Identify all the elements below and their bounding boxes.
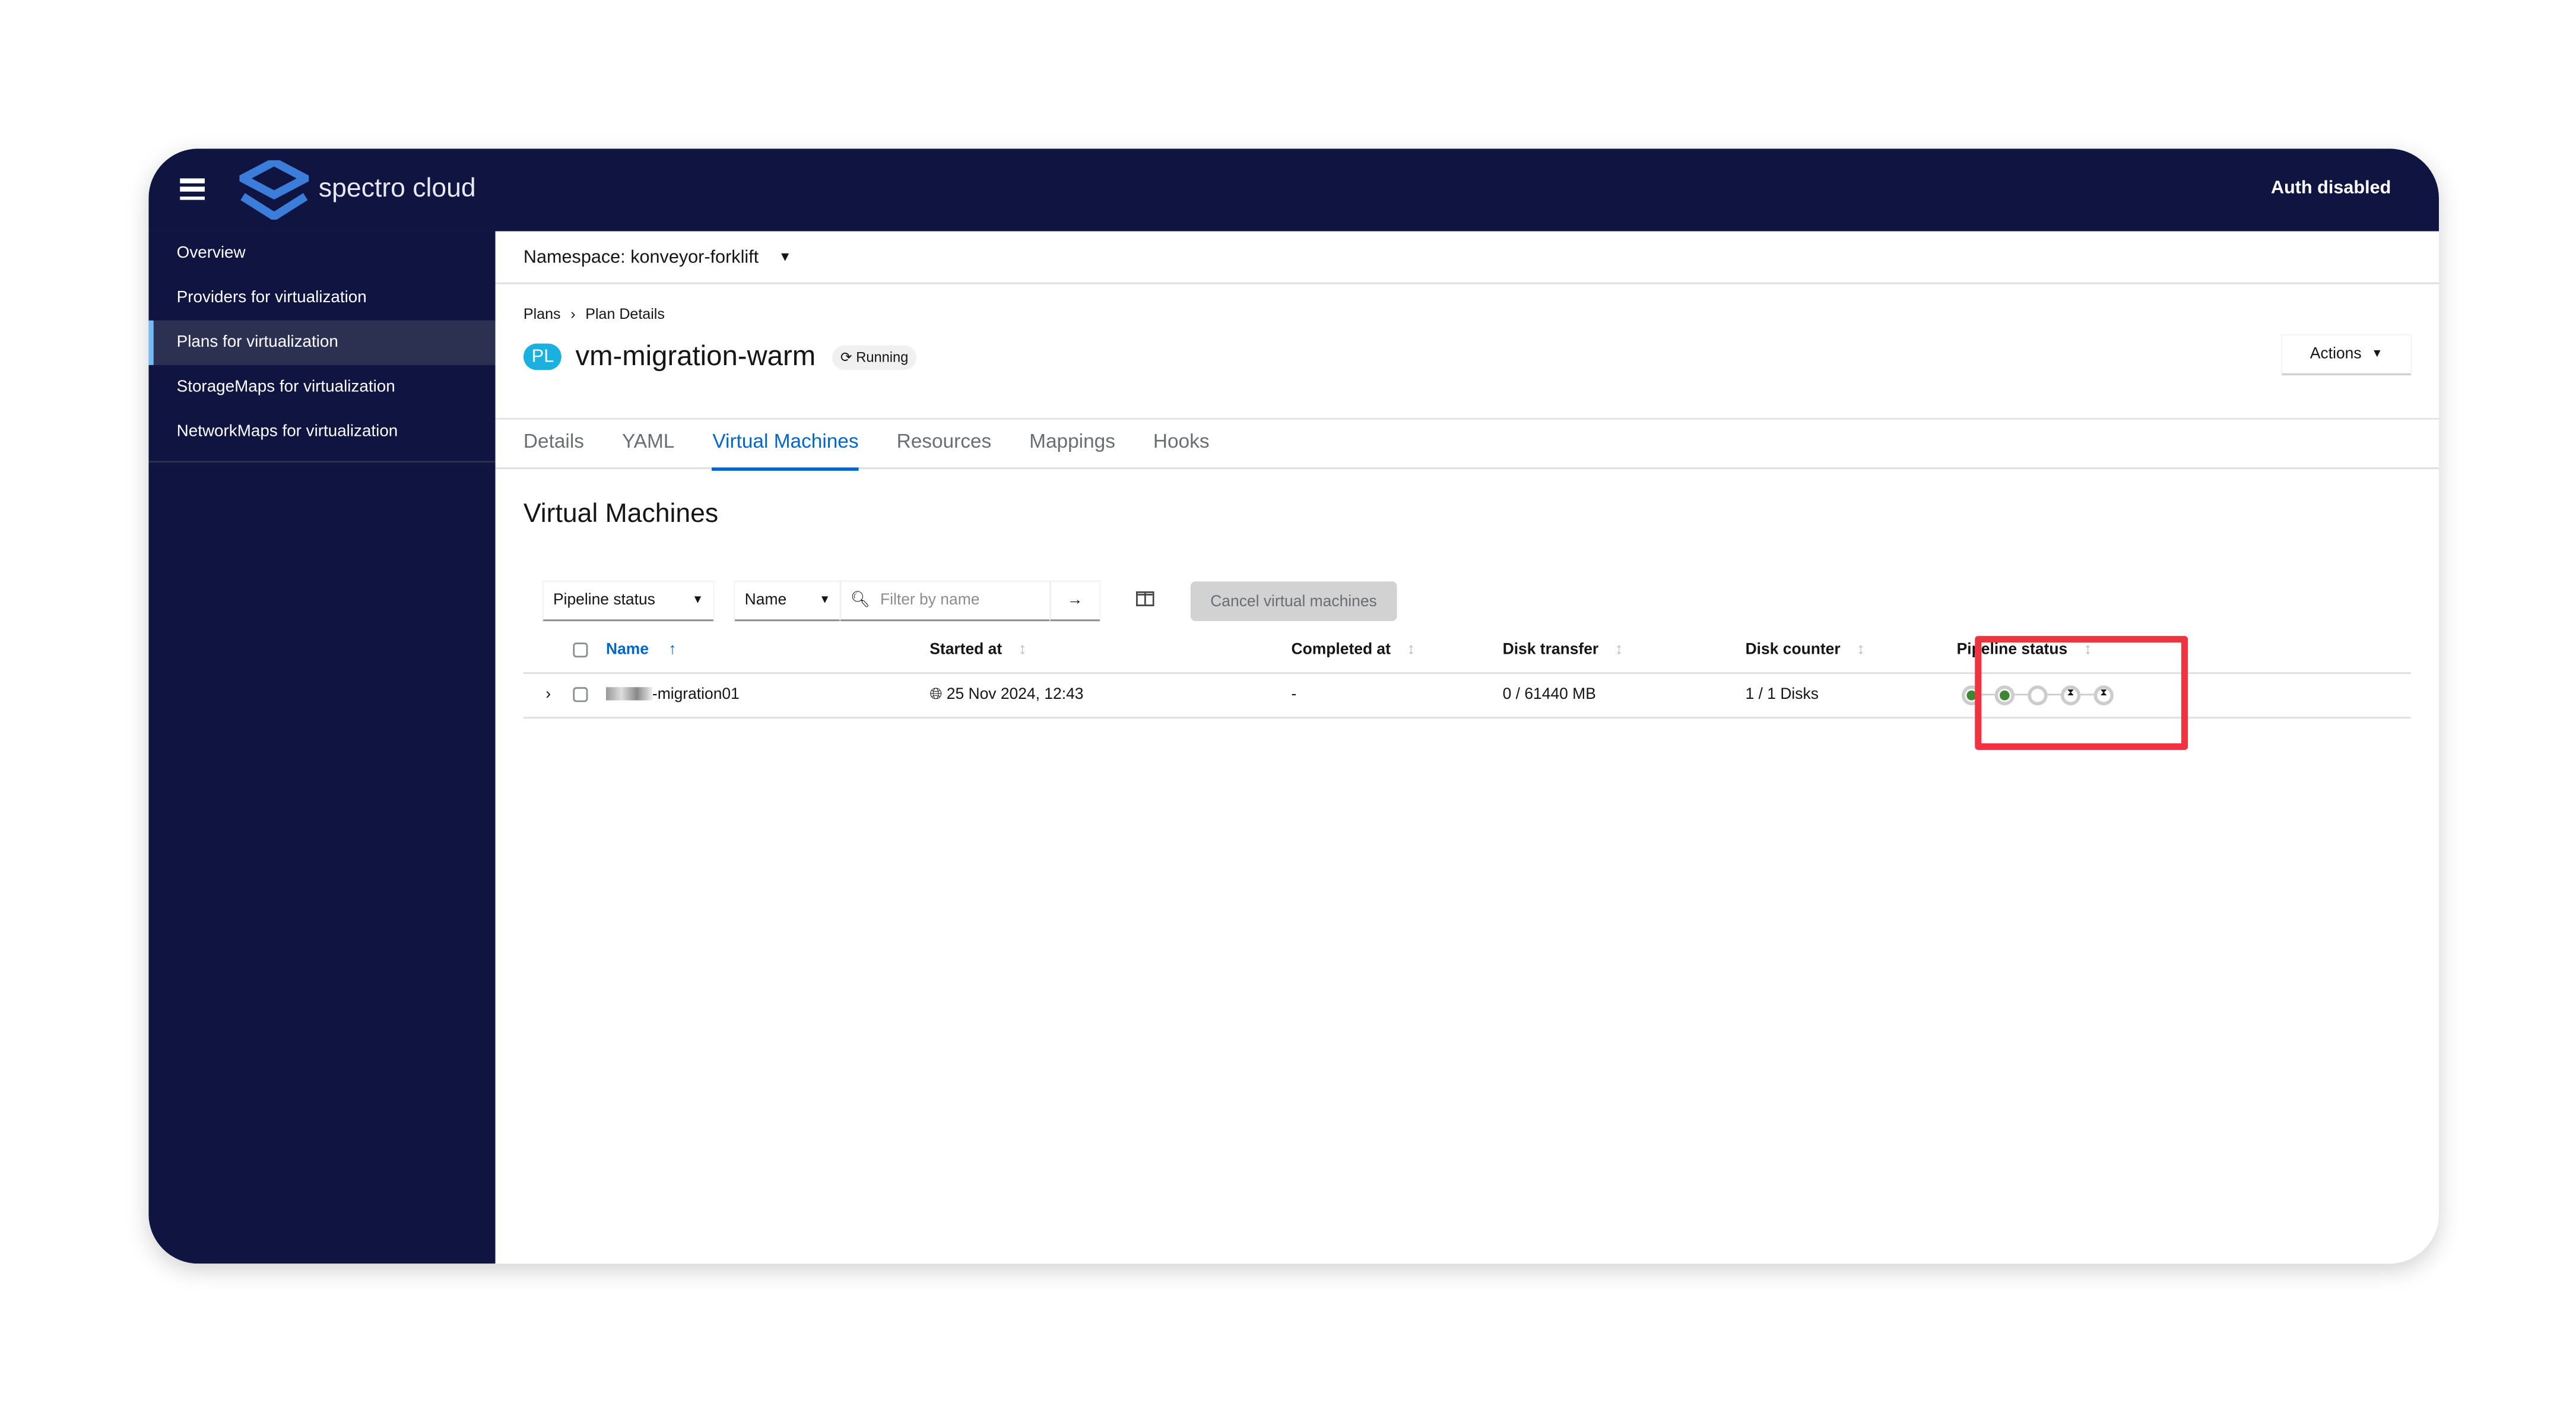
attribute-select[interactable]: Name ▼ bbox=[734, 581, 841, 622]
sync-icon: ⟳ bbox=[840, 347, 856, 365]
globe-icon: 🌐︎ bbox=[929, 685, 947, 704]
sidebar-item-overview[interactable]: Overview bbox=[148, 231, 495, 276]
caret-down-icon: ▼ bbox=[819, 594, 831, 606]
actions-dropdown[interactable]: Actions ▼ bbox=[2282, 335, 2411, 375]
col-disk-counter[interactable]: Disk counter ↕ bbox=[1745, 628, 1957, 673]
breadcrumb: Plans › Plan Details bbox=[524, 306, 665, 322]
redacted-name-prefix bbox=[605, 688, 652, 701]
expand-row-chevron-icon[interactable]: › bbox=[523, 672, 573, 718]
auth-status: Auth disabled bbox=[2270, 178, 2391, 198]
tab-resources[interactable]: Resources bbox=[897, 420, 992, 471]
sidebar-item-storagemaps[interactable]: StorageMaps for virtualization bbox=[148, 365, 495, 410]
status-badge: ⟳ Running bbox=[832, 344, 917, 369]
namespace-selector[interactable]: Namespace: konveyor-forklift ▼ bbox=[495, 231, 2439, 284]
search-placeholder: Filter by name bbox=[880, 591, 980, 610]
vm-name-text: -migration01 bbox=[652, 685, 740, 704]
completed-at: - bbox=[1291, 672, 1503, 718]
filter-type-label: Pipeline status bbox=[553, 591, 655, 610]
col-completed[interactable]: Completed at ↕ bbox=[1291, 628, 1503, 673]
row-checkbox[interactable] bbox=[573, 672, 606, 718]
page-title-row: PL vm-migration-warm ⟳ Running bbox=[523, 340, 917, 373]
col-disk-transfer[interactable]: Disk transfer ↕ bbox=[1502, 628, 1746, 673]
sort-icon: ↕ bbox=[1407, 640, 1416, 659]
caret-down-icon: ▼ bbox=[778, 249, 792, 265]
tab-yaml[interactable]: YAML bbox=[622, 420, 674, 471]
col-label: Disk counter bbox=[1745, 640, 1841, 659]
disk-transfer: 0 / 61440 MB bbox=[1502, 672, 1746, 718]
select-all-checkbox[interactable] bbox=[573, 628, 606, 673]
masthead: spectro cloud Auth disabled bbox=[148, 148, 2439, 232]
breadcrumb-plans[interactable]: Plans bbox=[524, 306, 561, 322]
sidebar: Overview Providers for virtualization Pl… bbox=[148, 231, 496, 1264]
col-started[interactable]: Started at ↕ bbox=[929, 628, 1292, 673]
search-icon: 🔍︎ bbox=[850, 591, 871, 610]
sort-icon: ↕ bbox=[1019, 640, 1027, 659]
plan-type-badge: PL bbox=[523, 343, 563, 370]
tabs: Details YAML Virtual Machines Resources … bbox=[495, 417, 2439, 471]
tab-details[interactable]: Details bbox=[524, 420, 584, 471]
col-label: Name bbox=[605, 640, 649, 659]
tab-virtual-machines[interactable]: Virtual Machines bbox=[712, 420, 859, 471]
arrow-right-icon: → bbox=[1067, 591, 1083, 610]
attribute-label: Name bbox=[744, 591, 787, 610]
spectro-logo-icon bbox=[239, 160, 309, 220]
col-label: Disk transfer bbox=[1502, 640, 1599, 659]
sort-icon: ↕ bbox=[1857, 640, 1865, 659]
caret-down-icon: ▼ bbox=[691, 594, 704, 606]
cancel-vms-button[interactable]: Cancel virtual machines bbox=[1190, 581, 1397, 622]
sidebar-divider bbox=[148, 461, 496, 463]
col-label: Completed at bbox=[1291, 640, 1391, 659]
sort-asc-icon: ↑ bbox=[668, 640, 677, 659]
vm-name: -migration01 bbox=[605, 672, 930, 718]
started-at: 🌐︎ 25 Nov 2024, 12:43 bbox=[929, 672, 1292, 718]
section-title: Virtual Machines bbox=[523, 500, 719, 529]
brand-name: spectro cloud bbox=[318, 175, 476, 204]
caret-down-icon: ▼ bbox=[2371, 349, 2383, 360]
started-text: 25 Nov 2024, 12:43 bbox=[946, 685, 1084, 704]
expand-col bbox=[523, 628, 573, 673]
actions-label: Actions bbox=[2309, 345, 2362, 364]
tab-hooks[interactable]: Hooks bbox=[1153, 420, 1210, 471]
logo[interactable]: spectro cloud bbox=[239, 160, 476, 220]
hamburger-menu-icon[interactable] bbox=[180, 178, 205, 200]
manage-columns-icon[interactable] bbox=[1136, 591, 1154, 611]
highlight-box bbox=[1975, 636, 2188, 750]
search-input[interactable]: 🔍︎ Filter by name bbox=[840, 581, 1051, 622]
filter-type-select[interactable]: Pipeline status ▼ bbox=[543, 581, 713, 622]
sidebar-item-providers[interactable]: Providers for virtualization bbox=[148, 276, 495, 321]
col-label: Started at bbox=[929, 640, 1003, 659]
search-submit-button[interactable]: → bbox=[1050, 581, 1100, 622]
sort-icon: ↕ bbox=[1615, 640, 1623, 659]
toolbar: Pipeline status ▼ Name ▼ 🔍︎ Filter by name … bbox=[543, 581, 1397, 622]
disk-counter: 1 / 1 Disks bbox=[1745, 672, 1957, 718]
col-name[interactable]: Name ↑ bbox=[605, 628, 930, 673]
namespace-label: Namespace: konveyor-forklift bbox=[523, 246, 759, 267]
status-text: Running bbox=[856, 347, 909, 365]
sidebar-item-plans[interactable]: Plans for virtualization bbox=[148, 320, 496, 365]
breadcrumb-separator-icon: › bbox=[570, 305, 576, 322]
sidebar-item-networkmaps[interactable]: NetworkMaps for virtualization bbox=[148, 410, 495, 454]
breadcrumb-current: Plan Details bbox=[585, 305, 665, 322]
page-title: vm-migration-warm bbox=[575, 340, 816, 372]
tab-mappings[interactable]: Mappings bbox=[1029, 420, 1115, 471]
